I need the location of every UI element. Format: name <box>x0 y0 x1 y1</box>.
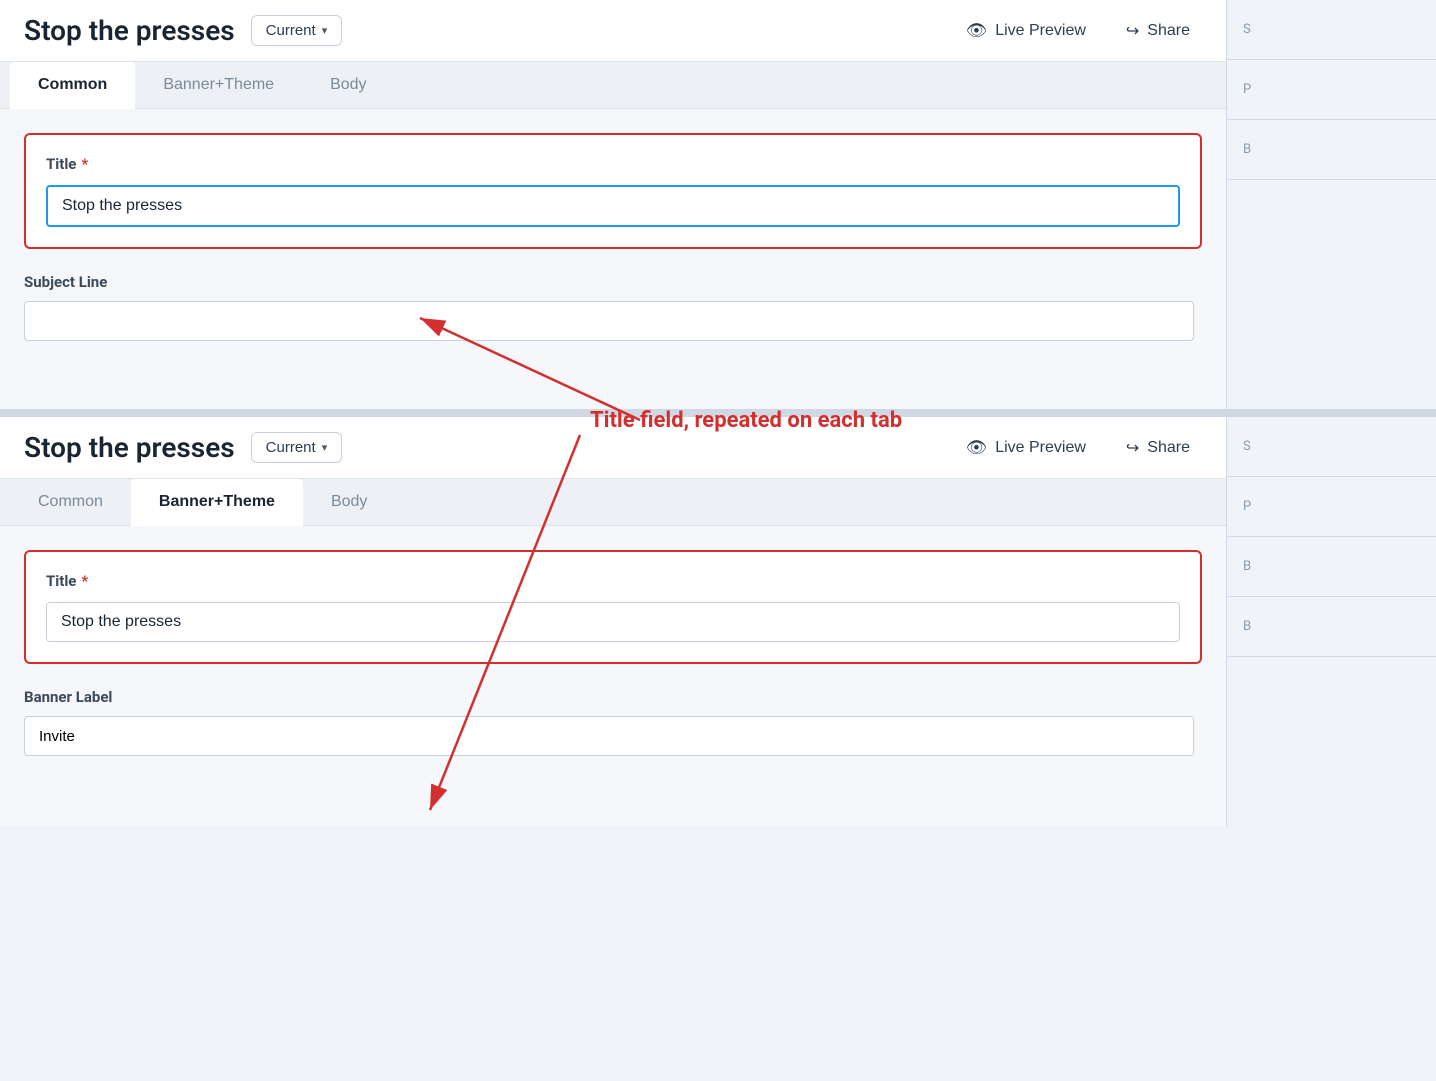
title-label-bottom: Title * <box>46 572 1180 590</box>
title-section-box-bottom: Title * <box>24 550 1202 664</box>
right-item-s: S <box>1227 0 1436 60</box>
title-input-top[interactable] <box>46 185 1180 227</box>
tab-body-top[interactable]: Body <box>302 62 394 108</box>
version-dropdown[interactable]: Current ▾ <box>251 15 343 46</box>
tab-common-bottom[interactable]: Common <box>10 479 131 525</box>
title-section-box-top: Title * <box>24 133 1202 249</box>
page-layout: Stop the presses Current ▾ 👁 Live Previe… <box>0 0 1436 826</box>
upper-section: Stop the presses Current ▾ 👁 Live Previe… <box>0 0 1436 409</box>
share-button[interactable]: ↪ Share <box>1114 15 1202 47</box>
page-title-bottom: Stop the presses <box>24 431 235 464</box>
banner-label: Banner Label <box>24 688 1202 706</box>
subject-input[interactable] <box>24 301 1194 341</box>
bottom-content-area: Title * Banner Label <box>0 526 1226 826</box>
right-item-b3: B <box>1227 597 1436 657</box>
banner-section: Banner Label <box>24 688 1202 756</box>
chevron-down-icon-bottom: ▾ <box>322 441 328 454</box>
required-star-top: * <box>81 155 88 173</box>
bottom-tabs-bar: Common Banner+Theme Body <box>0 479 1226 526</box>
required-star-bottom: * <box>81 572 88 590</box>
chevron-down-icon: ▾ <box>322 24 328 37</box>
eye-icon-bottom: 👁 <box>966 438 988 458</box>
right-item-p2: P <box>1227 477 1436 537</box>
version-label-bottom: Current <box>266 439 316 456</box>
share-icon: ↪ <box>1126 21 1139 41</box>
tab-banner-theme-top[interactable]: Banner+Theme <box>135 62 302 108</box>
share-label-bottom: Share <box>1147 439 1190 457</box>
tab-banner-theme-bottom[interactable]: Banner+Theme <box>131 479 303 526</box>
lower-main: Stop the presses Current ▾ 👁 Live Previe… <box>0 417 1226 826</box>
live-preview-label-bottom: Live Preview <box>995 439 1086 457</box>
lower-right-sidebar: S P B B <box>1226 417 1436 826</box>
right-item-s2: S <box>1227 417 1436 477</box>
upper-right-sidebar: S P B <box>1226 0 1436 409</box>
eye-icon: 👁 <box>966 21 988 41</box>
title-label-top: Title * <box>46 155 1180 173</box>
version-dropdown-bottom[interactable]: Current ▾ <box>251 432 343 463</box>
version-label: Current <box>266 22 316 39</box>
lower-section: Stop the presses Current ▾ 👁 Live Previe… <box>0 417 1436 826</box>
top-tabs-bar: Common Banner+Theme Body <box>0 62 1226 109</box>
right-item-b2: B <box>1227 537 1436 597</box>
right-item-b1: B <box>1227 120 1436 180</box>
tab-body-bottom[interactable]: Body <box>303 479 395 525</box>
live-preview-label: Live Preview <box>995 22 1086 40</box>
right-item-p: P <box>1227 60 1436 120</box>
top-content-area: Title * Subject Line <box>0 109 1226 409</box>
share-label: Share <box>1147 22 1190 40</box>
share-button-bottom[interactable]: ↪ Share <box>1114 432 1202 464</box>
upper-main: Stop the presses Current ▾ 👁 Live Previe… <box>0 0 1226 409</box>
subject-section: Subject Line <box>24 273 1202 341</box>
section-divider <box>0 409 1436 417</box>
banner-input[interactable] <box>24 716 1194 756</box>
tab-common-top[interactable]: Common <box>10 62 135 109</box>
top-header: Stop the presses Current ▾ 👁 Live Previe… <box>0 0 1226 62</box>
page-title: Stop the presses <box>24 14 235 47</box>
bottom-header: Stop the presses Current ▾ 👁 Live Previe… <box>0 417 1226 479</box>
title-input-bottom[interactable] <box>46 602 1180 642</box>
live-preview-button[interactable]: 👁 Live Preview <box>954 15 1098 47</box>
live-preview-button-bottom[interactable]: 👁 Live Preview <box>954 432 1098 464</box>
share-icon-bottom: ↪ <box>1126 438 1139 458</box>
subject-label: Subject Line <box>24 273 1202 291</box>
